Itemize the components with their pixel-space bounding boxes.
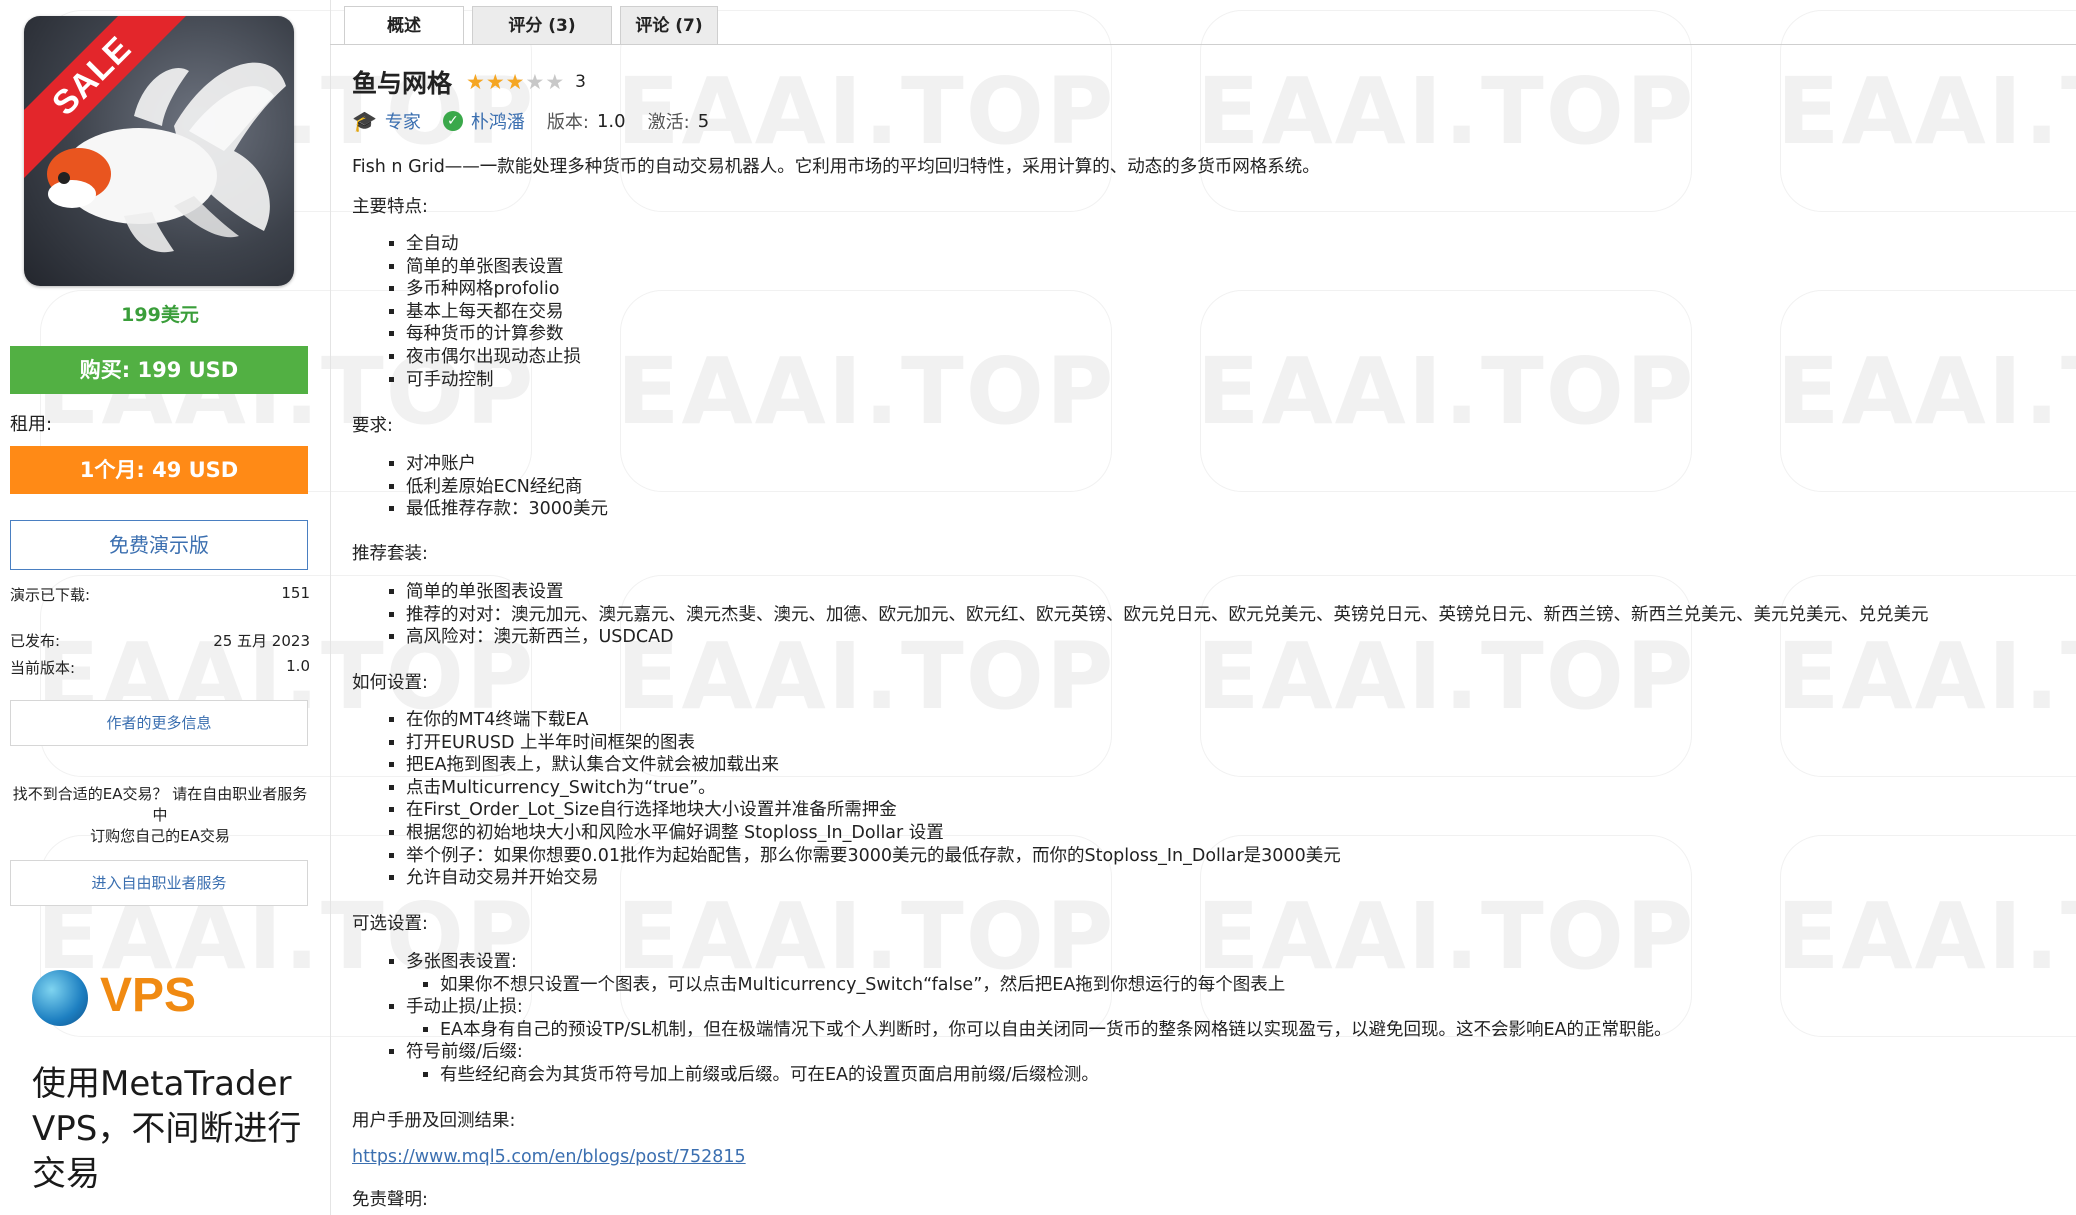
published-value: 25 五月 2023 — [213, 632, 310, 650]
list-item: 低利差原始ECN经纪商 — [406, 476, 608, 499]
product-image[interactable]: SALE — [24, 16, 294, 286]
freelance-button[interactable]: 进入自由职业者服务 — [10, 860, 308, 906]
version-meta-value: 1.0 — [596, 110, 626, 132]
published-label: 已发布: — [10, 632, 61, 650]
meta-row: 🎓 专家 ✓ 朴鸿潘 版本: 1.0 激活: 5 — [352, 108, 709, 134]
rent-label: 租用: — [10, 414, 53, 435]
list-item: 符号前缀/后缀: 有些经纪商会为其货币符号加上前缀或后缀。可在EA的设置页面启用… — [406, 1041, 1672, 1086]
list-item: 举个例子：如果你想要0.01批作为起始配售，那么你需要3000美元的最低存款，而… — [406, 845, 1341, 868]
rating-stars: ★★★★★ — [466, 70, 565, 94]
optional-item-label: 多张图表设置: — [406, 952, 517, 972]
recommended-heading: 推荐套装: — [352, 544, 428, 564]
version-meta-label: 版本: — [546, 112, 589, 133]
rating-count[interactable]: 3 — [575, 72, 586, 92]
requirements-list: 对冲账户 低利差原始ECN经纪商 最低推荐存款：3000美元 — [386, 453, 608, 521]
author-link[interactable]: 朴鸿潘 — [471, 108, 525, 134]
list-item: 简单的单张图表设置 — [406, 581, 1929, 604]
version-row: 当前版本: 1.0 — [10, 657, 310, 678]
list-item: 对冲账户 — [406, 453, 608, 476]
list-item: 手动止损/止损: EA本身有自己的预设TP/SL机制，但在极端情况下或个人判断时… — [406, 996, 1672, 1041]
vps-title[interactable]: VPS — [100, 968, 196, 1023]
features-heading: 主要特点: — [352, 197, 428, 217]
free-demo-button[interactable]: 免费演示版 — [10, 520, 308, 570]
list-item: 在First_Order_Lot_Size自行选择地块大小设置并准备所需押金 — [406, 799, 1341, 822]
list-item: 打开EURUSD 上半年时间框架的图表 — [406, 732, 1341, 755]
list-item: 简单的单张图表设置 — [406, 256, 581, 279]
star-icon: ★ — [485, 70, 506, 94]
sub-list-item: EA本身有自己的预设TP/SL机制，但在极端情况下或个人判断时，你可以自由关闭同… — [440, 1019, 1672, 1042]
list-item: 基本上每天都在交易 — [406, 301, 581, 324]
list-item: 可手动控制 — [406, 369, 581, 392]
optional-heading: 可选设置: — [352, 914, 428, 934]
list-item: 每种货币的计算参数 — [406, 323, 581, 346]
metatrader-vps-icon — [32, 970, 88, 1026]
star-empty-icon: ★ — [525, 70, 546, 94]
list-item: 点击Multicurrency_Switch为“true”。 — [406, 777, 1341, 800]
list-item: 高风险对：澳元新西兰，USDCAD — [406, 626, 1929, 649]
list-item: 允许自动交易并开始交易 — [406, 867, 1341, 890]
optional-item-label: 手动止损/止损: — [406, 997, 523, 1018]
buy-button[interactable]: 购买: 199 USD — [10, 346, 308, 394]
star-icon: ★ — [466, 70, 486, 94]
demo-downloads-label: 演示已下载: — [10, 586, 91, 604]
find-ea-text-line2: 订购您自己的EA交易 — [90, 827, 230, 845]
list-item: 在你的MT4终端下载EA — [406, 709, 1341, 732]
find-ea-text-line1: 找不到合适的EA交易？ 请在自由职业者服务中 — [12, 785, 308, 824]
version-label: 当前版本: — [10, 659, 76, 677]
find-ea-text: 找不到合适的EA交易？ 请在自由职业者服务中 订购您自己的EA交易 — [8, 784, 312, 847]
list-item: 根据您的初始地块大小和风险水平偏好调整 Stoploss_In_Dollar 设… — [406, 822, 1341, 845]
verified-check-icon: ✓ — [442, 111, 463, 131]
list-item: 最低推荐存款：3000美元 — [406, 498, 608, 521]
requirements-heading: 要求: — [352, 416, 393, 436]
tab-overview[interactable]: 概述 — [344, 6, 464, 44]
star-empty-icon: ★ — [545, 70, 566, 94]
price-label: 199美元 — [121, 304, 199, 326]
list-item: 推荐的对对：澳元加元、澳元嘉元、澳元杰斐、澳元、加德、欧元加元、欧元红、欧元英镑… — [406, 604, 1929, 627]
list-item: 多张图表设置: 如果你不想只设置一个图表，可以点击Multicurrency_S… — [406, 951, 1672, 996]
sub-list-item: 有些经纪商会为其货币符号加上前缀或后缀。可在EA的设置页面启用前缀/后缀检测。 — [440, 1064, 1672, 1087]
watermark-tile: EAAI.TOP — [1777, 835, 2076, 1037]
demo-downloads-row: 演示已下载: 151 — [10, 584, 310, 605]
optional-list: 多张图表设置: 如果你不想只设置一个图表，可以点击Multicurrency_S… — [386, 951, 1672, 1087]
star-icon: ★ — [505, 70, 526, 94]
goldfish-image — [47, 62, 286, 253]
tab-bar: 概述 评分 (3) 评论 (7) — [344, 6, 726, 44]
rent-button[interactable]: 1个月: 49 USD — [10, 446, 308, 494]
watermark-tile: EAAI.TOP — [1197, 10, 1693, 212]
tab-divider — [330, 44, 2076, 45]
sub-list-item: 如果你不想只设置一个图表，可以点击Multicurrency_Switch“fa… — [440, 974, 1672, 997]
list-item: 全自动 — [406, 233, 581, 256]
list-item: 把EA拖到图表上，默认集合文件就会被加载出来 — [406, 754, 1341, 777]
published-row: 已发布: 25 五月 2023 — [10, 630, 310, 651]
manual-link[interactable]: https://www.mql5.com/en/blogs/post/75281… — [352, 1147, 746, 1167]
intro-text: Fish n Grid——一款能处理多种货币的自动交易机器人。它利用市场的平均回… — [352, 157, 1320, 177]
manual-heading: 用户手册及回测结果: — [352, 1111, 516, 1131]
activations-label: 激活: — [647, 112, 690, 133]
product-title: 鱼与网格 — [352, 69, 453, 98]
title-row: 鱼与网格 ★★★★★ 3 — [352, 64, 586, 100]
demo-downloads-value: 151 — [281, 584, 310, 602]
disclaimer-heading: 免责聲明: — [352, 1190, 428, 1210]
watermark-tile: EAAI.TOP — [617, 290, 1113, 492]
tab-ratings[interactable]: 评分 (3) — [472, 6, 612, 44]
watermark-tile: EAAI.TOP — [1777, 10, 2076, 212]
list-item: 夜市偶尔出现动态止损 — [406, 346, 581, 369]
sidebar: SALE 199美元 购买: 199 USD 租用: 1个月: 49 USD 免… — [0, 0, 331, 1215]
recommended-list: 简单的单张图表设置 推荐的对对：澳元加元、澳元嘉元、澳元杰斐、澳元、加德、欧元加… — [386, 581, 1929, 649]
features-list: 全自动 简单的单张图表设置 多币种网格profolio 基本上每天都在交易 每种… — [386, 233, 581, 391]
watermark-tile: EAAI.TOP — [1777, 290, 2076, 492]
list-item: 多币种网格profolio — [406, 278, 581, 301]
vps-description[interactable]: 使用MetaTrader VPS，不间断进行交易 — [32, 1062, 302, 1197]
graduation-cap-icon: 🎓 — [352, 109, 377, 133]
watermark-tile: EAAI.TOP — [1197, 290, 1693, 492]
setup-heading: 如何设置: — [352, 673, 428, 693]
optional-item-label: 符号前缀/后缀: — [406, 1042, 523, 1063]
activations-value: 5 — [697, 110, 710, 132]
tab-comments[interactable]: 评论 (7) — [620, 6, 718, 44]
author-more-button[interactable]: 作者的更多信息 — [10, 700, 308, 746]
expert-type-link[interactable]: 专家 — [385, 108, 421, 134]
version-value: 1.0 — [286, 657, 310, 675]
setup-list: 在你的MT4终端下载EA 打开EURUSD 上半年时间框架的图表 把EA拖到图表… — [386, 709, 1341, 890]
